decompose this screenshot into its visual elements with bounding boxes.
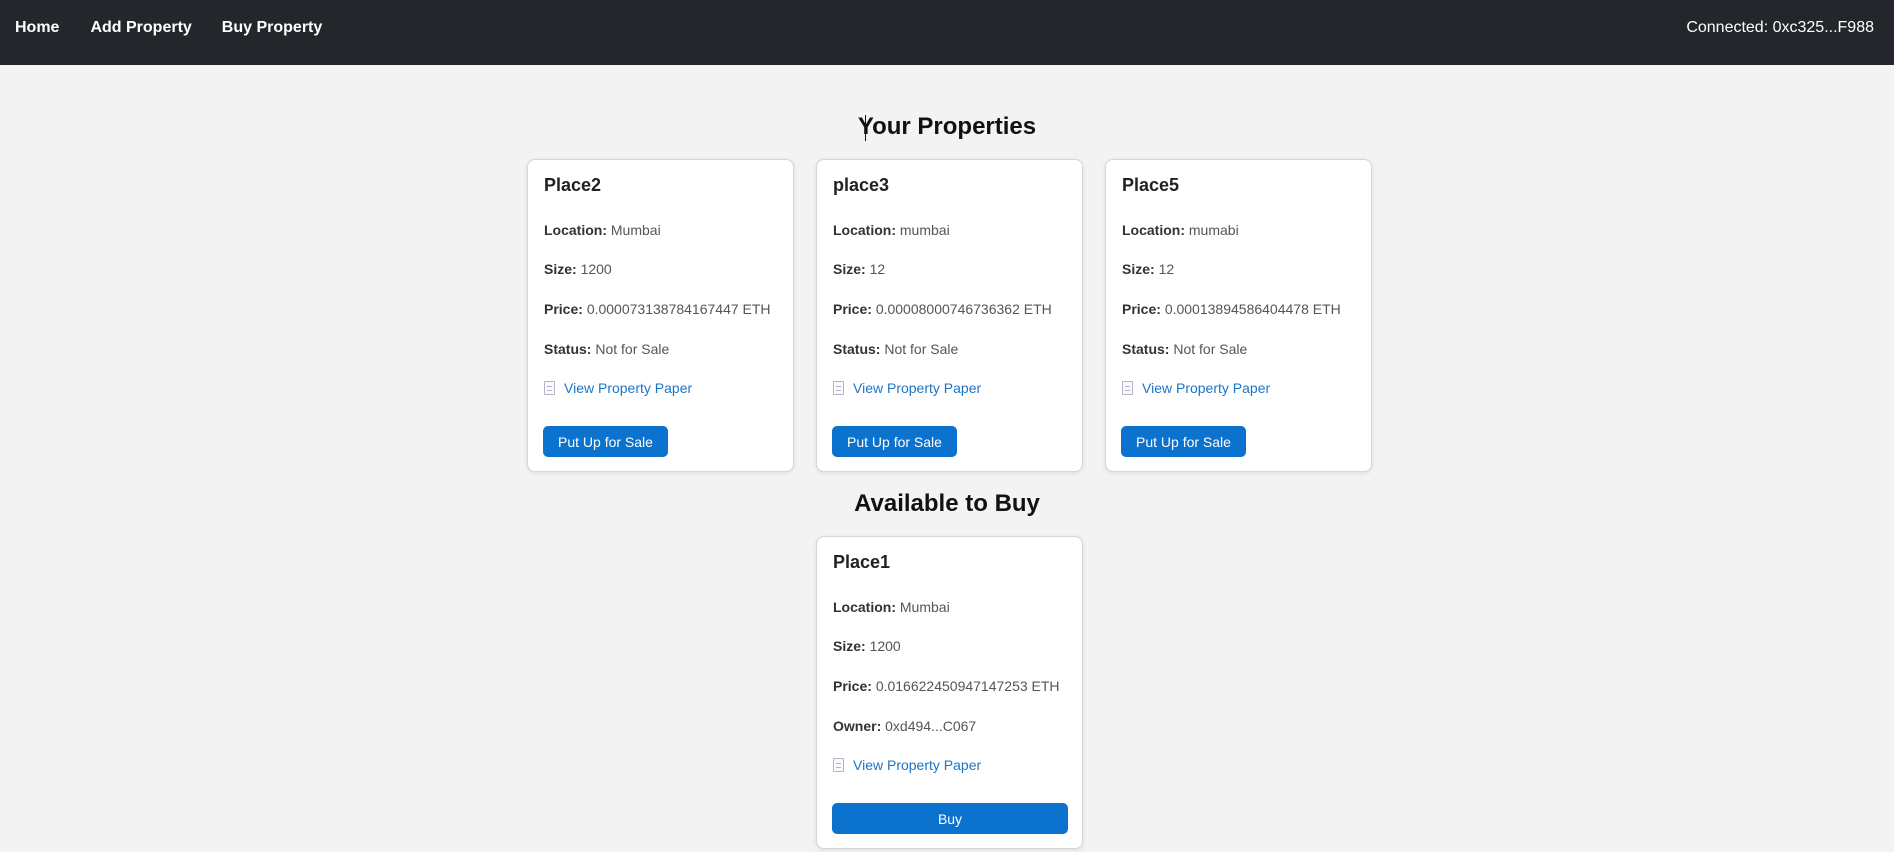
property-size: Size: 12 — [833, 261, 886, 277]
put-up-for-sale-button[interactable]: Put Up for Sale — [832, 426, 957, 457]
property-location: Location: mumbai — [833, 222, 950, 238]
put-up-for-sale-button[interactable]: Put Up for Sale — [543, 426, 668, 457]
document-icon — [833, 381, 844, 395]
property-location: Location: Mumbai — [833, 599, 950, 615]
nav-buy-property-link[interactable]: Buy Property — [222, 19, 322, 37]
view-property-paper-link[interactable]: View Property Paper — [833, 380, 981, 396]
view-property-paper-link[interactable]: View Property Paper — [833, 757, 981, 773]
nav-add-property-link[interactable]: Add Property — [90, 19, 191, 37]
text-cursor — [865, 115, 866, 141]
property-name: Place2 — [544, 175, 602, 195]
available-to-buy-heading: Available to Buy — [854, 490, 1040, 517]
view-property-paper-link[interactable]: View Property Paper — [1122, 380, 1270, 396]
property-status: Status: Not for Sale — [544, 341, 670, 357]
property-price: Price: 0.00008000746736362 ETH — [833, 301, 1052, 317]
document-icon — [833, 758, 844, 772]
view-property-paper-link[interactable]: View Property Paper — [544, 380, 692, 396]
property-card-place5: Place5 Location: mumabi Size: 12 Price: … — [1105, 159, 1372, 472]
nav-home-link[interactable]: Home — [15, 19, 59, 37]
property-location: Location: Mumbai — [544, 222, 661, 238]
wallet-connection-status: Connected: 0xc325...F988 — [1686, 19, 1874, 36]
document-icon — [544, 381, 555, 395]
property-card-place2: Place2 Location: Mumbai Size: 1200 Price… — [527, 159, 794, 472]
property-size: Size: 1200 — [544, 261, 612, 277]
top-navbar: Home Add Property Buy Property Connected… — [0, 0, 1894, 65]
property-location: Location: mumabi — [1122, 222, 1239, 238]
property-owner: Owner: 0xd494...C067 — [833, 718, 977, 734]
property-status: Status: Not for Sale — [1122, 341, 1248, 357]
property-name: place3 — [833, 175, 890, 195]
buy-button[interactable]: Buy — [832, 803, 1068, 834]
property-status: Status: Not for Sale — [833, 341, 959, 357]
property-size: Size: 1200 — [833, 638, 901, 654]
property-price: Price: 0.000073138784167447 ETH — [544, 301, 771, 317]
put-up-for-sale-button[interactable]: Put Up for Sale — [1121, 426, 1246, 457]
property-card-place3: place3 Location: mumbai Size: 12 Price: … — [816, 159, 1083, 472]
property-price: Price: 0.00013894586404478 ETH — [1122, 301, 1341, 317]
your-properties-heading: Your Properties — [857, 113, 1037, 140]
property-price: Price: 0.016622450947147253 ETH — [833, 678, 1060, 694]
property-size: Size: 12 — [1122, 261, 1175, 277]
property-card-place1: Place1 Location: Mumbai Size: 1200 Price… — [816, 536, 1083, 849]
property-name: Place5 — [1122, 175, 1180, 195]
property-name: Place1 — [833, 552, 891, 572]
document-icon — [1122, 381, 1133, 395]
